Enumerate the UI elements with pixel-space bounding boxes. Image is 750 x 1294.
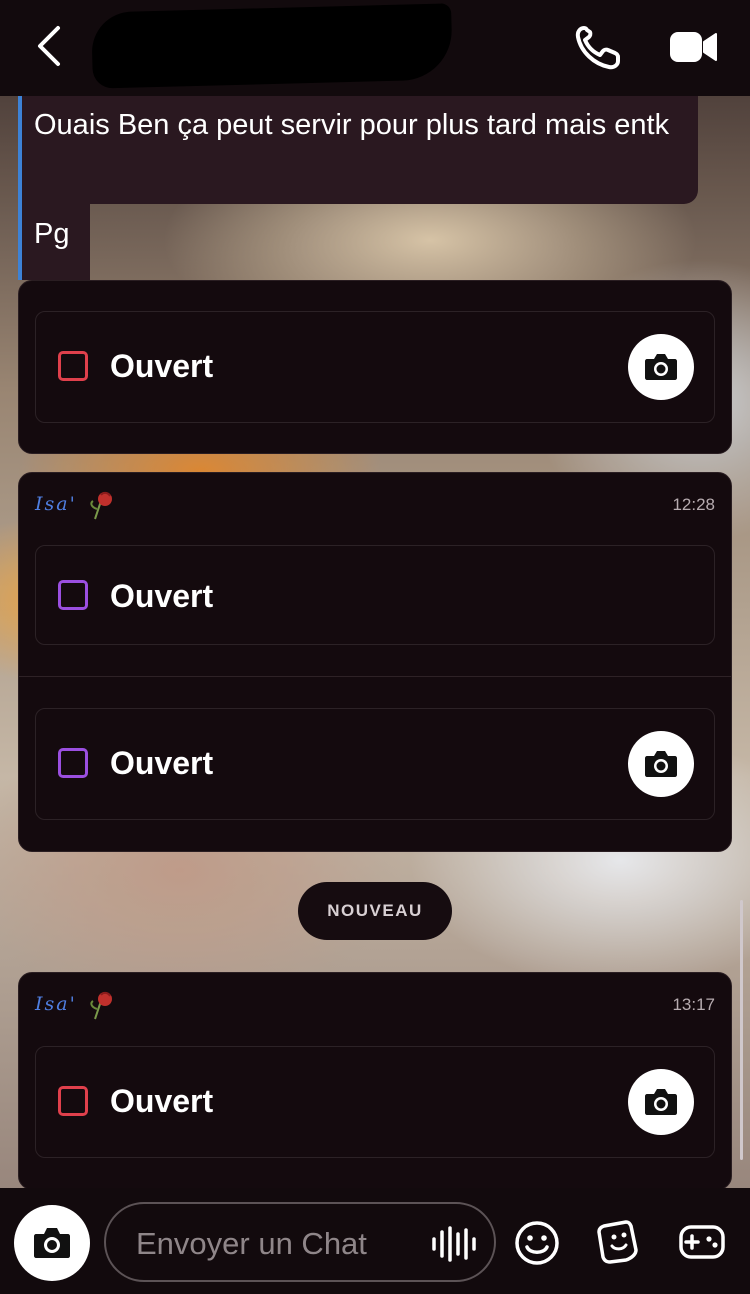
voice-waveform-icon[interactable] bbox=[430, 1224, 478, 1269]
phone-icon[interactable] bbox=[572, 22, 624, 72]
snap-timestamp: 12:28 bbox=[672, 495, 715, 514]
snap-status-label: Ouvert bbox=[110, 348, 214, 384]
snap-group: Isa' 12:28 Ouvert Ouvert bbox=[18, 472, 732, 852]
wilted-rose-icon bbox=[90, 991, 112, 1020]
snap-status-square-icon bbox=[58, 351, 88, 381]
sender-name-text: Isa' bbox=[35, 493, 77, 515]
new-messages-divider: NOUVEAU bbox=[298, 882, 452, 940]
snap-timestamp: 13:17 bbox=[672, 995, 715, 1014]
chat-header bbox=[0, 0, 750, 96]
sender-name-text: Isa' bbox=[35, 993, 77, 1015]
snap-group-header: Isa' 13:17 bbox=[19, 973, 731, 1033]
snap-status-label: Ouvert bbox=[110, 578, 214, 614]
camera-icon bbox=[645, 751, 677, 777]
wilted-rose-icon bbox=[90, 491, 112, 520]
camera-icon bbox=[645, 1089, 677, 1115]
snap-item[interactable]: Ouvert bbox=[35, 1046, 715, 1158]
snap-item[interactable]: Ouvert bbox=[35, 311, 715, 423]
chevron-left-icon[interactable] bbox=[30, 24, 70, 68]
chat-composer: Envoyer un Chat bbox=[0, 1188, 750, 1294]
snap-status-square-icon bbox=[58, 580, 88, 610]
snap-group: Ouvert bbox=[18, 280, 732, 454]
video-camera-icon[interactable] bbox=[668, 26, 720, 68]
scrollbar[interactable] bbox=[740, 900, 743, 1160]
contact-name-redacted[interactable] bbox=[91, 3, 453, 89]
divider bbox=[19, 676, 731, 677]
game-controller-icon[interactable] bbox=[678, 1222, 726, 1267]
snap-status-square-icon bbox=[58, 748, 88, 778]
reply-camera-button[interactable] bbox=[628, 731, 694, 797]
sender-name: Isa' bbox=[35, 489, 117, 523]
text-message[interactable]: Pg bbox=[22, 204, 90, 280]
emoji-icon[interactable] bbox=[514, 1220, 560, 1271]
snap-item[interactable]: Ouvert bbox=[35, 708, 715, 820]
snap-group-header: Isa' 12:28 bbox=[19, 473, 731, 533]
camera-button[interactable] bbox=[14, 1205, 90, 1281]
camera-icon bbox=[34, 1228, 70, 1258]
chat-input-placeholder: Envoyer un Chat bbox=[136, 1226, 367, 1261]
snap-item[interactable]: Ouvert bbox=[35, 545, 715, 645]
camera-icon bbox=[645, 354, 677, 380]
text-message[interactable]: Ouais Ben ça peut servir pour plus tard … bbox=[22, 96, 698, 204]
chat-input[interactable]: Envoyer un Chat bbox=[104, 1202, 496, 1282]
reply-camera-button[interactable] bbox=[628, 1069, 694, 1135]
snap-group: Isa' 13:17 Ouvert bbox=[18, 972, 732, 1190]
snap-status-label: Ouvert bbox=[110, 1083, 214, 1119]
snap-status-label: Ouvert bbox=[110, 745, 214, 781]
snap-status-square-icon bbox=[58, 1086, 88, 1116]
reply-camera-button[interactable] bbox=[628, 334, 694, 400]
sender-name: Isa' bbox=[35, 989, 117, 1023]
sticker-icon[interactable] bbox=[596, 1218, 642, 1271]
